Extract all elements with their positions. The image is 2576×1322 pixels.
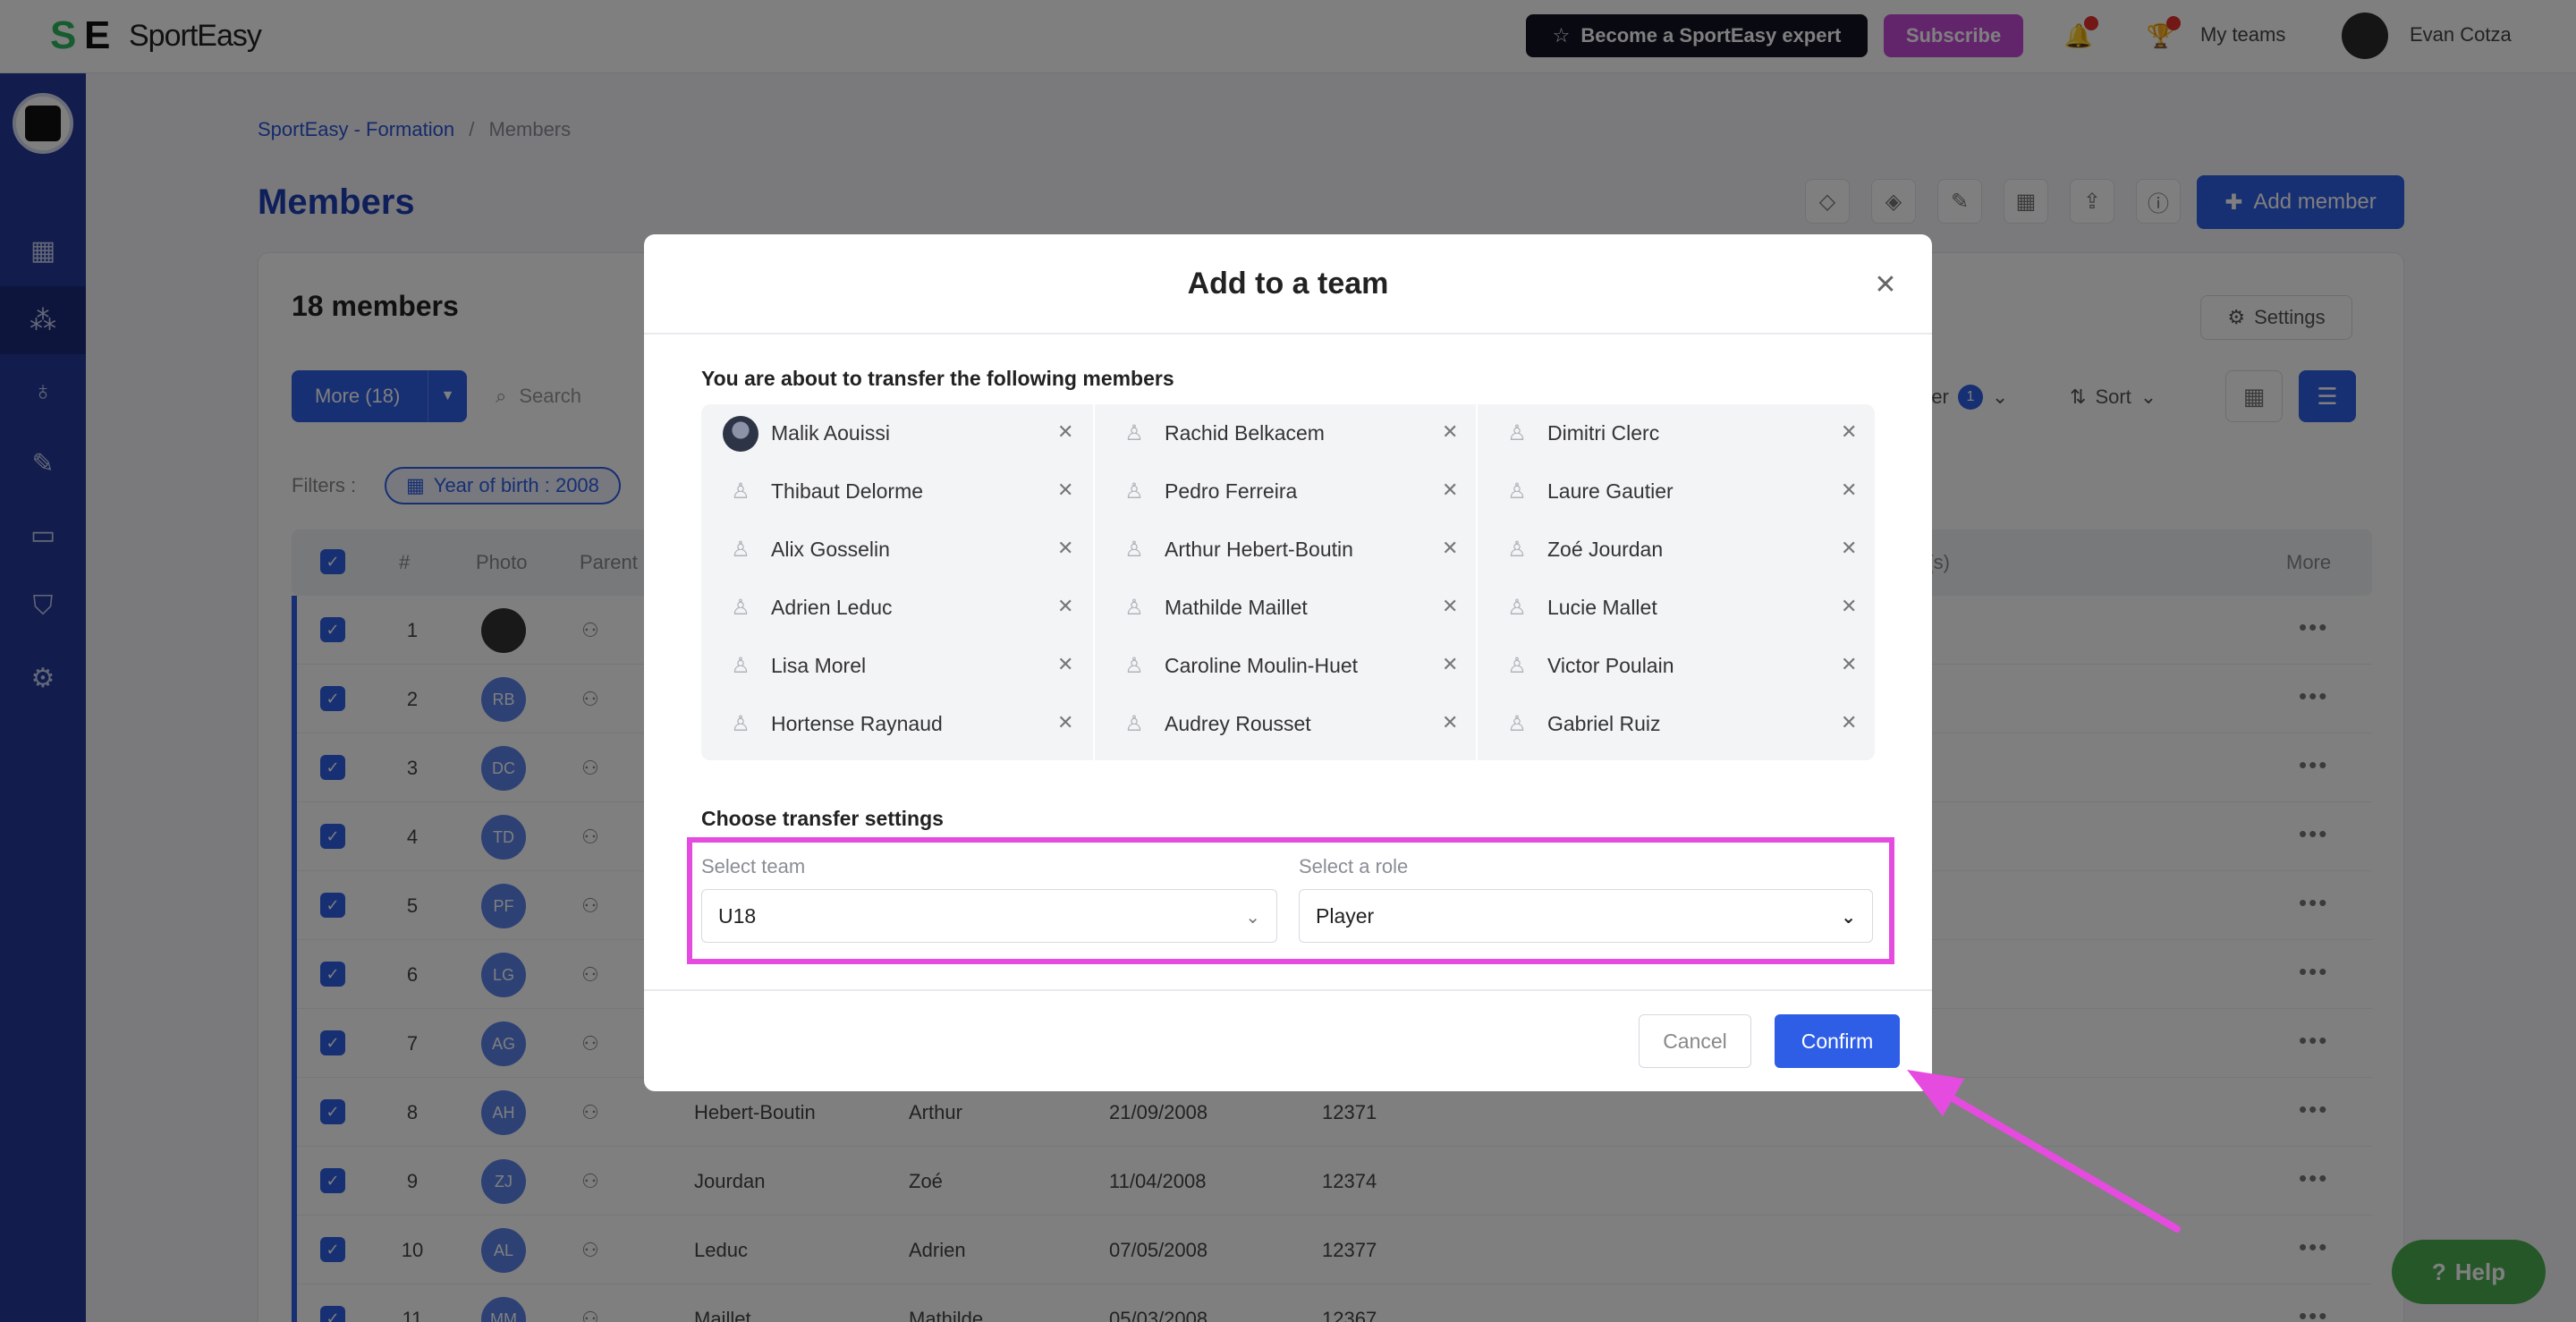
modal-divider	[644, 989, 1932, 991]
cancel-button[interactable]: Cancel	[1639, 1014, 1751, 1068]
member-name: Zoé Jourdan	[1547, 538, 1664, 561]
member-name: Gabriel Ruiz	[1547, 712, 1661, 735]
remove-member-icon[interactable]: ✕	[1841, 653, 1857, 676]
remove-member-icon[interactable]: ✕	[1057, 653, 1073, 676]
remove-member-icon[interactable]: ✕	[1841, 479, 1857, 502]
remove-member-icon[interactable]: ✕	[1442, 537, 1458, 560]
close-icon[interactable]: ✕	[1868, 267, 1903, 302]
transfer-member-item: ♙ Alix Gosselin ✕	[701, 521, 1093, 579]
transfer-settings-label: Choose transfer settings	[701, 807, 944, 830]
remove-member-icon[interactable]: ✕	[1841, 537, 1857, 560]
transfer-member-item: ♙ Arthur Hebert-Boutin ✕	[1095, 521, 1476, 579]
member-name: Mathilde Maillet	[1165, 596, 1308, 619]
user-placeholder-icon: ♙	[1507, 596, 1527, 620]
members-column: ♙ Rachid Belkacem ✕ ♙ Pedro Ferreira ✕ ♙ Arthur…	[1095, 404, 1476, 760]
transfer-member-item: ♙ Hortense Raynaud ✕	[701, 695, 1093, 753]
user-placeholder-icon: ♙	[1124, 654, 1144, 678]
transfer-member-item: ♙ Adrien Leduc ✕	[701, 579, 1093, 637]
transfer-label: You are about to transfer the following …	[701, 367, 1174, 390]
user-placeholder-icon: ♙	[1507, 712, 1527, 736]
member-name: Lucie Mallet	[1547, 596, 1657, 619]
remove-member-icon[interactable]: ✕	[1841, 595, 1857, 618]
transfer-member-item: ♙ Victor Poulain ✕	[1478, 637, 1875, 695]
transfer-member-item: ♙ Pedro Ferreira ✕	[1095, 462, 1476, 521]
transfer-member-item: ♙ Laure Gautier ✕	[1478, 462, 1875, 521]
modal-title: Add to a team	[1187, 267, 1389, 301]
remove-member-icon[interactable]: ✕	[1442, 479, 1458, 502]
role-select-value: Player	[1316, 903, 1375, 928]
transfer-member-item: ♙ Dimitri Clerc ✕	[1478, 404, 1875, 462]
role-select[interactable]: Player ⌄	[1299, 889, 1873, 943]
transfer-member-item: ♙ Caroline Moulin-Huet ✕	[1095, 637, 1476, 695]
transfer-member-item: ♙ Thibaut Delorme ✕	[701, 462, 1093, 521]
remove-member-icon[interactable]: ✕	[1057, 595, 1073, 618]
remove-member-icon[interactable]: ✕	[1841, 711, 1857, 734]
remove-member-icon[interactable]: ✕	[1057, 420, 1073, 444]
member-name: Laure Gautier	[1547, 479, 1674, 503]
member-name: Arthur Hebert-Boutin	[1165, 538, 1353, 561]
add-to-team-modal: Add to a team ✕ You are about to transfe…	[644, 234, 1932, 1091]
modal-divider	[644, 333, 1932, 335]
transfer-member-item: ♙ Audrey Rousset ✕	[1095, 695, 1476, 753]
user-placeholder-icon: ♙	[1507, 421, 1527, 445]
transfer-member-item: ♙ Lucie Mallet ✕	[1478, 579, 1875, 637]
transfer-member-item: ♙ Gabriel Ruiz ✕	[1478, 695, 1875, 753]
member-name: Victor Poulain	[1547, 654, 1674, 677]
remove-member-icon[interactable]: ✕	[1442, 595, 1458, 618]
transfer-member-item: ♙ Lisa Morel ✕	[701, 637, 1093, 695]
user-placeholder-icon: ♙	[1124, 712, 1144, 736]
transfer-member-item: ♙ Rachid Belkacem ✕	[1095, 404, 1476, 462]
remove-member-icon[interactable]: ✕	[1442, 420, 1458, 444]
member-name: Rachid Belkacem	[1165, 421, 1325, 445]
member-name: Alix Gosselin	[771, 538, 890, 561]
member-name: Hortense Raynaud	[771, 712, 943, 735]
transfer-member-item: ♙ Zoé Jourdan ✕	[1478, 521, 1875, 579]
transfer-member-item: Malik Aouissi ✕	[701, 404, 1093, 462]
select-role-label: Select a role	[1299, 855, 1409, 877]
select-team-label: Select team	[701, 855, 806, 877]
remove-member-icon[interactable]: ✕	[1841, 420, 1857, 444]
user-placeholder-icon: ♙	[731, 654, 750, 678]
user-placeholder-icon: ♙	[1124, 479, 1144, 504]
chevron-down-icon: ⌄	[1245, 908, 1260, 928]
transfer-member-item: ♙ Mathilde Maillet ✕	[1095, 579, 1476, 637]
member-name: Adrien Leduc	[771, 596, 893, 619]
remove-member-icon[interactable]: ✕	[1442, 711, 1458, 734]
member-name: Malik Aouissi	[771, 421, 890, 445]
team-select-value: U18	[718, 903, 757, 928]
members-column: ♙ Dimitri Clerc ✕ ♙ Laure Gautier ✕ ♙ Zoé Jourd…	[1478, 404, 1875, 760]
member-name: Caroline Moulin-Huet	[1165, 654, 1359, 677]
remove-member-icon[interactable]: ✕	[1057, 479, 1073, 502]
remove-member-icon[interactable]: ✕	[1442, 653, 1458, 676]
user-placeholder-icon: ♙	[731, 479, 750, 504]
member-name: Lisa Morel	[771, 654, 867, 677]
remove-member-icon[interactable]: ✕	[1057, 711, 1073, 734]
chevron-down-icon: ⌄	[1841, 908, 1856, 928]
member-name: Dimitri Clerc	[1547, 421, 1660, 445]
member-name: Audrey Rousset	[1165, 712, 1311, 735]
user-placeholder-icon: ♙	[1124, 596, 1144, 620]
confirm-button[interactable]: Confirm	[1775, 1014, 1900, 1068]
user-placeholder-icon: ♙	[1124, 421, 1144, 445]
user-placeholder-icon: ♙	[731, 596, 750, 620]
member-photo	[723, 415, 758, 452]
user-placeholder-icon: ♙	[1507, 654, 1527, 678]
user-placeholder-icon: ♙	[1507, 479, 1527, 504]
user-placeholder-icon: ♙	[731, 712, 750, 736]
user-placeholder-icon: ♙	[731, 538, 750, 562]
team-select[interactable]: U18 ⌄	[701, 889, 1277, 943]
remove-member-icon[interactable]: ✕	[1057, 537, 1073, 560]
user-placeholder-icon: ♙	[1507, 538, 1527, 562]
members-column: Malik Aouissi ✕ ♙ Thibaut Delorme ✕ ♙ Alix Gos…	[701, 404, 1093, 760]
member-name: Thibaut Delorme	[771, 479, 924, 503]
member-name: Pedro Ferreira	[1165, 479, 1298, 503]
transfer-members-list: Malik Aouissi ✕ ♙ Thibaut Delorme ✕ ♙ Alix Gos…	[701, 404, 1875, 760]
user-placeholder-icon: ♙	[1124, 538, 1144, 562]
